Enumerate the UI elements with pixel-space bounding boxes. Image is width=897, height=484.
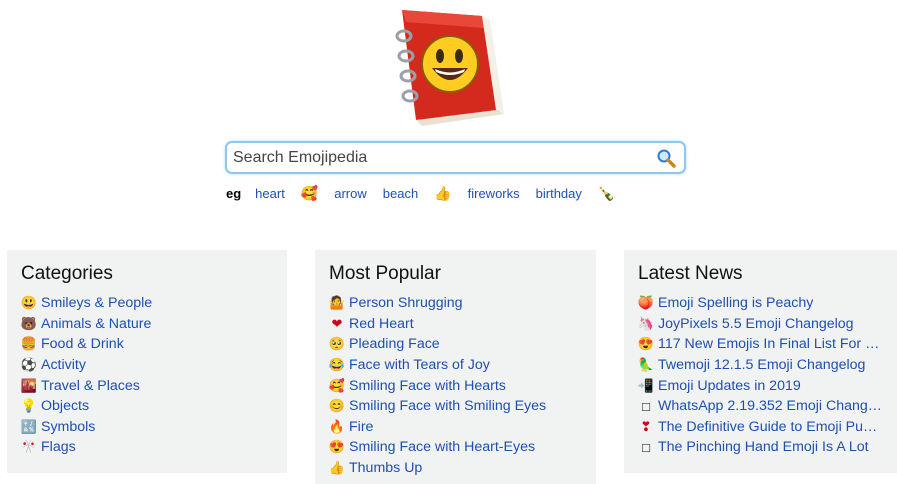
- news-link[interactable]: 117 New Emojis In Final List For 2020: [658, 336, 883, 352]
- latest-news-title: Latest News: [638, 263, 743, 284]
- popular-link[interactable]: Face with Tears of Joy: [349, 357, 490, 373]
- category-link[interactable]: Objects: [41, 398, 89, 414]
- popular-link[interactable]: Pleading Face: [349, 336, 440, 352]
- popular-link[interactable]: Smiling Face with Smiling Eyes: [349, 398, 546, 414]
- search-icon[interactable]: [656, 148, 676, 168]
- light-bulb-icon: 💡: [20, 398, 38, 414]
- category-link[interactable]: Flags: [41, 439, 76, 455]
- category-item[interactable]: 🎌 Flags: [21, 437, 273, 458]
- bear-icon: 🐻: [20, 315, 38, 331]
- category-item[interactable]: 💡 Objects: [21, 396, 273, 417]
- news-item[interactable]: 😍 117 New Emojis In Final List For 2020: [638, 334, 883, 355]
- most-popular-title: Most Popular: [329, 263, 441, 284]
- news-item[interactable]: □ WhatsApp 2.19.352 Emoji Changelog: [638, 396, 883, 417]
- news-item[interactable]: 🍑 Emoji Spelling is Peachy: [638, 293, 883, 314]
- thumbs-up-icon[interactable]: 👍: [434, 185, 451, 202]
- category-item[interactable]: 🍔 Food & Drink: [21, 334, 273, 355]
- news-item[interactable]: 🦄 JoyPixels 5.5 Emoji Changelog: [638, 314, 883, 335]
- popular-link[interactable]: Fire: [349, 419, 373, 435]
- news-link[interactable]: The Definitive Guide to Emoji Punctuatio…: [658, 419, 883, 435]
- example-link-birthday[interactable]: birthday: [536, 186, 582, 201]
- news-link[interactable]: WhatsApp 2.19.352 Emoji Changelog: [658, 398, 883, 414]
- news-item[interactable]: ❣ The Definitive Guide to Emoji Punctuati…: [638, 417, 883, 438]
- category-link[interactable]: Travel & Places: [41, 378, 140, 394]
- most-popular-panel: Most Popular 🤷 Person Shrugging ❤ Red Hear…: [315, 250, 596, 484]
- category-link[interactable]: Smileys & People: [41, 295, 152, 311]
- unicorn-icon: 🦄: [637, 315, 655, 331]
- search-box[interactable]: [225, 141, 686, 174]
- heart-exclamation-icon: ❣: [640, 418, 652, 434]
- category-item[interactable]: 🔣 Symbols: [21, 417, 273, 438]
- popular-item[interactable]: ❤ Red Heart: [329, 314, 582, 335]
- person-shrugging-icon: 🤷: [328, 295, 346, 311]
- categories-title: Categories: [21, 263, 113, 284]
- example-link-beach[interactable]: beach: [383, 186, 418, 201]
- examples-label: eg: [226, 185, 242, 201]
- category-item[interactable]: 😃 Smileys & People: [21, 293, 273, 314]
- popular-link[interactable]: Smiling Face with Heart-Eyes: [349, 439, 535, 455]
- news-link[interactable]: The Pinching Hand Emoji Is A Lot: [658, 439, 869, 455]
- categories-panel: Categories 😃 Smileys & People 🐻 Animals & …: [7, 250, 287, 473]
- example-searches: eg heart 🥰 arrow beach 👍 fireworks birth…: [226, 184, 631, 202]
- popular-item[interactable]: 😍 Smiling Face with Heart-Eyes: [329, 437, 582, 458]
- smiling-face-with-hearts-icon[interactable]: 🥰: [301, 185, 318, 202]
- grinning-face-icon: 😃: [20, 295, 38, 311]
- news-link[interactable]: JoyPixels 5.5 Emoji Changelog: [658, 316, 854, 332]
- category-link[interactable]: Food & Drink: [41, 336, 124, 352]
- red-heart-icon: ❤: [331, 315, 343, 331]
- popular-item[interactable]: 😊 Smiling Face with Smiling Eyes: [329, 396, 582, 417]
- smiling-face-with-hearts-icon: 🥰: [328, 377, 346, 393]
- missing-glyph-icon: □: [642, 439, 650, 455]
- popular-item[interactable]: 👍 Thumbs Up: [329, 458, 582, 479]
- category-item[interactable]: 🌇 Travel & Places: [21, 375, 273, 396]
- thumbs-up-icon: 👍: [328, 460, 346, 476]
- news-link[interactable]: Emoji Spelling is Peachy: [658, 295, 813, 311]
- city-dusk-icon: 🌇: [20, 377, 38, 393]
- popular-item[interactable]: 🤷 Person Shrugging: [329, 293, 582, 314]
- popular-item[interactable]: 🔥 Fire: [329, 417, 582, 438]
- news-item[interactable]: 📲 Emoji Updates in 2019: [638, 375, 883, 396]
- emojipedia-logo[interactable]: [388, 6, 512, 128]
- tears-of-joy-icon: 😂: [328, 357, 346, 373]
- example-link-heart[interactable]: heart: [255, 186, 285, 201]
- news-item[interactable]: 🦜 Twemoji 12.1.5 Emoji Changelog: [638, 355, 883, 376]
- popular-link[interactable]: Person Shrugging: [349, 295, 463, 311]
- example-link-arrow[interactable]: arrow: [334, 186, 367, 201]
- champagne-icon[interactable]: 🍾: [598, 185, 615, 202]
- news-link[interactable]: Twemoji 12.1.5 Emoji Changelog: [658, 357, 865, 373]
- category-link[interactable]: Activity: [41, 357, 86, 373]
- popular-item[interactable]: 🥺 Pleading Face: [329, 334, 582, 355]
- category-item[interactable]: ⚽ Activity: [21, 355, 273, 376]
- flags-icon: 🎌: [20, 439, 38, 455]
- hamburger-icon: 🍔: [20, 336, 38, 352]
- missing-glyph-icon: □: [642, 398, 650, 414]
- category-link[interactable]: Symbols: [41, 419, 95, 435]
- popular-item[interactable]: 🥰 Smiling Face with Hearts: [329, 375, 582, 396]
- heart-eyes-icon: 😍: [328, 439, 346, 455]
- search-input[interactable]: [233, 143, 643, 172]
- category-link[interactable]: Animals & Nature: [41, 316, 151, 332]
- mobile-arrow-icon: 📲: [637, 377, 655, 393]
- news-item[interactable]: □ The Pinching Hand Emoji Is A Lot: [638, 437, 883, 458]
- category-item[interactable]: 🐻 Animals & Nature: [21, 314, 273, 335]
- heart-eyes-icon: 😍: [637, 336, 655, 352]
- pleading-face-icon: 🥺: [328, 336, 346, 352]
- example-link-fireworks[interactable]: fireworks: [468, 186, 520, 201]
- latest-news-panel: Latest News 🍑 Emoji Spelling is Peachy 🦄 J…: [624, 250, 897, 473]
- categories-list: 😃 Smileys & People 🐻 Animals & Nature 🍔 Foo…: [21, 293, 273, 458]
- news-link[interactable]: Emoji Updates in 2019: [658, 378, 801, 394]
- popular-link[interactable]: Red Heart: [349, 316, 414, 332]
- input-symbols-icon: 🔣: [20, 418, 38, 434]
- peach-icon: 🍑: [637, 295, 655, 311]
- popular-item[interactable]: 😂 Face with Tears of Joy: [329, 355, 582, 376]
- popular-link[interactable]: Smiling Face with Hearts: [349, 378, 506, 394]
- soccer-ball-icon: ⚽: [20, 357, 38, 373]
- parrot-icon: 🦜: [637, 357, 655, 373]
- most-popular-list: 🤷 Person Shrugging ❤ Red Heart 🥺 Pleading F…: [329, 293, 582, 478]
- fire-icon: 🔥: [328, 418, 346, 434]
- latest-news-list: 🍑 Emoji Spelling is Peachy 🦄 JoyPixels 5.5…: [638, 293, 883, 458]
- smiling-eyes-icon: 😊: [328, 398, 346, 414]
- popular-link[interactable]: Thumbs Up: [349, 460, 422, 476]
